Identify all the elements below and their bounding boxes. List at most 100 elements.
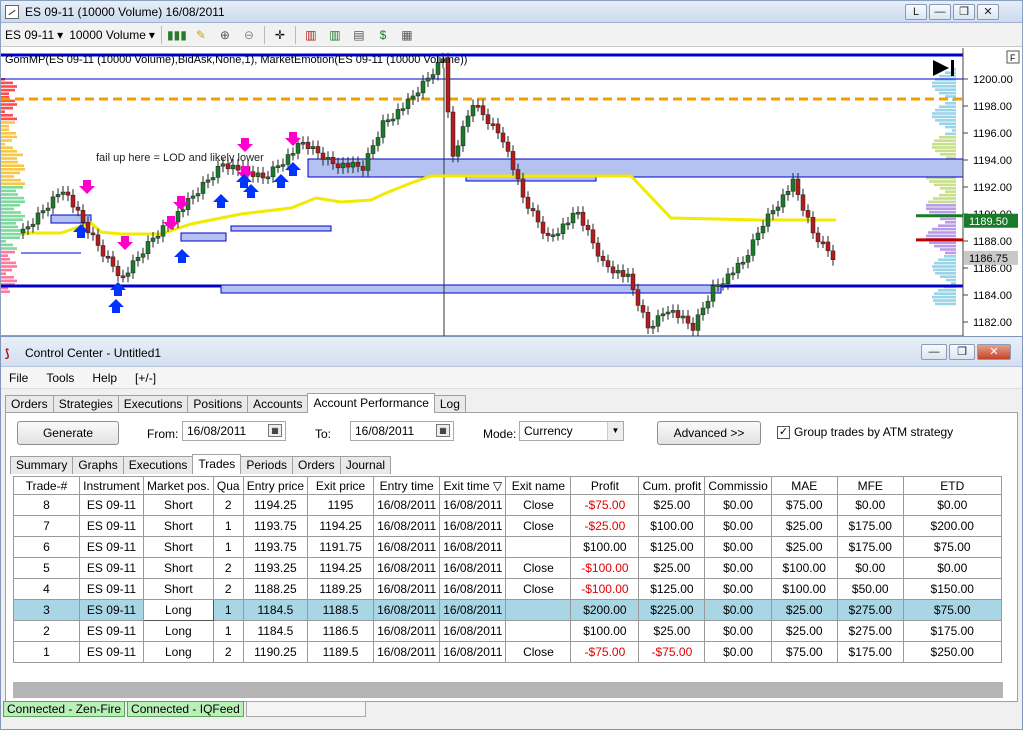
table-cell: $125.00: [638, 578, 706, 600]
group-by-atm-checkbox[interactable]: ✓: [777, 426, 790, 439]
table-row[interactable]: 2 ES 09-11 Long 1 1184.5 1186.5 16/08/2011 16/0…: [13, 620, 1002, 642]
table-row[interactable]: 1 ES 09-11 Long 2 1190.25 1189.5 16/08/2011 16/…: [13, 641, 1002, 663]
candle-body: [795, 178, 801, 195]
tab-journal[interactable]: Journal: [339, 456, 392, 474]
column-header[interactable]: MAE: [770, 476, 838, 495]
table-cell: $25.00: [638, 620, 706, 642]
candle-body: [685, 315, 691, 324]
chart-title-bar[interactable]: ES 09-11 (10000 Volume) 16/08/2011 L — ❐…: [1, 1, 1022, 23]
buy-arrow-icon: [213, 194, 229, 208]
tab-periods[interactable]: Periods: [240, 456, 293, 474]
table-row[interactable]: 4 ES 09-11 Short 2 1188.25 1189.25 16/08/2011 1…: [13, 578, 1002, 600]
column-header[interactable]: Cum. profit: [638, 476, 706, 495]
menu-tools[interactable]: Tools: [46, 371, 74, 385]
candle-body: [320, 152, 326, 160]
close-button[interactable]: ✕: [977, 4, 999, 20]
from-date-picker[interactable]: 16/08/2011 ▦: [182, 421, 286, 441]
table-row[interactable]: 3 ES 09-11 Long 1 1184.5 1188.5 16/08/2011 16/0…: [13, 599, 1002, 621]
menu-bar: File Tools Help [+/-]: [1, 367, 1022, 389]
tab-orders[interactable]: Orders: [5, 395, 54, 413]
table-cell: 4: [13, 578, 80, 600]
candle-body: [70, 194, 76, 208]
price-chart[interactable]: fail up here = LOD and likely lower 1200.…: [1, 48, 1022, 336]
table-row[interactable]: 6 ES 09-11 Short 1 1193.75 1191.75 16/08/2011 1…: [13, 536, 1002, 558]
column-header[interactable]: Instrument: [79, 476, 144, 495]
table-cell: ES 09-11: [79, 536, 144, 558]
table-cell: Long: [143, 641, 214, 663]
advanced-button[interactable]: Advanced >>: [657, 421, 761, 445]
tab-orders-perf[interactable]: Orders: [292, 456, 341, 474]
cc-minimize-button[interactable]: —: [921, 344, 947, 360]
candle-body: [650, 325, 656, 329]
table-cell: 16/08/2011: [439, 536, 507, 558]
bar-type-icon[interactable]: ▮▮▮: [167, 27, 187, 43]
table-cell: $75.00: [902, 599, 1002, 621]
tab-positions[interactable]: Positions: [187, 395, 249, 413]
column-header[interactable]: ETD: [902, 476, 1002, 495]
column-header[interactable]: Profit: [570, 476, 640, 495]
column-header[interactable]: Exit name: [505, 476, 572, 495]
tab-executions[interactable]: Executions: [117, 395, 189, 413]
candle-body: [470, 105, 476, 117]
tab-strategies[interactable]: Strategies: [52, 395, 119, 413]
control-center-title-bar[interactable]: ⟆ Control Center - Untitled1 — ❐ ✕: [1, 337, 1022, 367]
cc-restore-button[interactable]: ❐: [949, 344, 975, 360]
crosshair-icon[interactable]: ✛: [271, 27, 289, 43]
candle-body: [520, 178, 526, 198]
column-header[interactable]: Entry price: [242, 476, 309, 495]
table-header-row: Trade-# Instrument Market pos. Qua Entry pri…: [13, 476, 1002, 495]
mode-value: Currency: [524, 424, 573, 438]
volume-profile-bar: [1, 229, 24, 232]
zoom-in-icon[interactable]: ⊕: [216, 27, 234, 43]
column-header[interactable]: Qua: [212, 476, 244, 495]
table-row[interactable]: 8 ES 09-11 Short 2 1194.25 1195 16/08/2011 16/0…: [13, 494, 1002, 516]
table-row[interactable]: 5 ES 09-11 Short 2 1193.25 1194.25 16/08/2011 1…: [13, 557, 1002, 579]
candle-body: [75, 206, 81, 211]
menu-help[interactable]: Help: [92, 371, 117, 385]
column-header[interactable]: MFE: [836, 476, 904, 495]
table-row[interactable]: 7 ES 09-11 Short 1 1193.75 1194.25 16/08/2011 1…: [13, 515, 1002, 537]
menu-file[interactable]: File: [9, 371, 28, 385]
tab-executions-perf[interactable]: Executions: [122, 456, 194, 474]
calendar-icon[interactable]: ▦: [436, 424, 450, 437]
calendar-icon[interactable]: ▦: [268, 424, 282, 437]
volume-profile-bar: [934, 292, 956, 295]
volume-profile-bar: [939, 193, 956, 197]
column-header[interactable]: Commissio: [704, 476, 772, 495]
cc-close-button[interactable]: ✕: [977, 344, 1011, 360]
tab-account-performance[interactable]: Account Performance: [307, 393, 435, 413]
tab-graphs[interactable]: Graphs: [72, 456, 124, 474]
data-box-icon[interactable]: ▦: [398, 27, 416, 43]
mode-select[interactable]: Currency ▼: [519, 421, 624, 441]
candle-body: [420, 80, 426, 94]
to-date-picker[interactable]: 16/08/2011 ▦: [350, 421, 454, 441]
generate-button[interactable]: Generate: [17, 421, 119, 445]
zoom-out-icon[interactable]: ⊖: [240, 27, 258, 43]
column-header[interactable]: Trade-#: [13, 476, 80, 495]
strategies-icon[interactable]: ▥: [326, 27, 344, 43]
candle-body: [695, 314, 701, 331]
column-header[interactable]: Market pos.: [143, 476, 214, 495]
tab-summary[interactable]: Summary: [10, 456, 74, 474]
column-header[interactable]: Entry time: [373, 476, 441, 495]
pencil-icon[interactable]: ✎: [192, 27, 210, 43]
indicators-icon[interactable]: ▥: [302, 27, 320, 43]
column-header[interactable]: Exit price: [307, 476, 375, 495]
table-cell: $25.00: [770, 620, 838, 642]
minimize-button[interactable]: —: [929, 4, 951, 20]
table-cell: $0.00: [704, 599, 772, 621]
dollar-icon[interactable]: $: [374, 27, 392, 43]
horizontal-scrollbar[interactable]: [13, 682, 1003, 698]
tab-trades[interactable]: Trades: [192, 454, 242, 474]
candle-body: [700, 307, 706, 316]
chart-properties-icon[interactable]: ▤: [350, 27, 368, 43]
instrument-selector[interactable]: ES 09-11 ▾: [5, 28, 63, 42]
tab-log[interactable]: Log: [433, 395, 466, 413]
interval-selector[interactable]: 10000 Volume ▾: [69, 28, 155, 42]
link-button[interactable]: L: [905, 4, 927, 20]
menu-toggle[interactable]: [+/-]: [135, 371, 156, 385]
candle-body: [300, 141, 306, 145]
column-header[interactable]: Exit time ▽: [439, 476, 507, 495]
restore-button[interactable]: ❐: [953, 4, 975, 20]
tab-accounts[interactable]: Accounts: [247, 395, 309, 413]
